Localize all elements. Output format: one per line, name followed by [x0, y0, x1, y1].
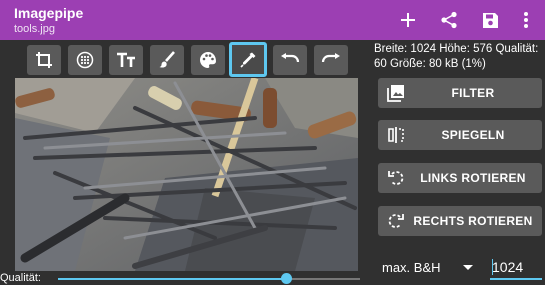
color-picker-icon — [240, 52, 256, 68]
filter-icon — [387, 85, 404, 102]
app-title: Imagepipe — [14, 5, 84, 21]
share-icon — [441, 11, 457, 29]
color-picker-button[interactable] — [229, 42, 267, 77]
tools-photo — [15, 78, 358, 271]
rotate-right-icon — [388, 214, 404, 228]
size-mode-select[interactable]: max. B&H — [382, 256, 478, 278]
quality-slider-track[interactable] — [286, 278, 360, 280]
blur-icon — [76, 51, 94, 69]
quality-label: Qualität: — [0, 272, 41, 284]
dropdown-arrow-icon — [463, 265, 473, 270]
add-button[interactable] — [396, 8, 420, 32]
filter-label: FILTER — [451, 86, 495, 100]
mirror-label: SPIEGELN — [441, 128, 505, 142]
size-input[interactable] — [490, 256, 542, 280]
share-button[interactable] — [437, 8, 461, 32]
image-info: Breite: 1024 Höhe: 576 Qualität: 60 Größ… — [374, 43, 539, 70]
redo-button[interactable] — [314, 45, 348, 75]
overflow-menu-button[interactable] — [514, 8, 538, 32]
text-icon — [117, 52, 135, 67]
brush-icon — [159, 51, 175, 68]
blur-button[interactable] — [68, 45, 102, 75]
file-name: tools.jpg — [14, 23, 55, 35]
crop-icon — [36, 52, 52, 68]
text-cursor — [492, 259, 493, 275]
text-button[interactable] — [109, 45, 143, 75]
undo-icon — [281, 53, 300, 63]
undo-button[interactable] — [273, 45, 307, 75]
size-mode-value: max. B&H — [382, 260, 441, 275]
image-preview[interactable] — [15, 78, 358, 271]
rotate-right-label: RECHTS ROTIEREN — [413, 214, 533, 228]
filter-button[interactable]: FILTER — [378, 78, 542, 108]
rotate-right-button[interactable]: RECHTS ROTIEREN — [378, 206, 542, 236]
rotate-left-icon — [388, 171, 404, 185]
flip-icon — [388, 127, 404, 143]
mirror-button[interactable]: SPIEGELN — [378, 120, 542, 150]
palette-icon — [200, 52, 216, 68]
rotate-left-label: LINKS ROTIEREN — [420, 171, 526, 185]
app-bar: Imagepipe tools.jpg — [0, 0, 545, 40]
plus-icon — [401, 13, 415, 27]
brush-button[interactable] — [150, 45, 184, 75]
crop-button[interactable] — [27, 45, 61, 75]
quality-slider-filled[interactable] — [58, 278, 286, 280]
save-button[interactable] — [478, 8, 502, 32]
quality-slider-thumb[interactable] — [281, 273, 292, 284]
rotate-left-button[interactable]: LINKS ROTIEREN — [378, 163, 542, 193]
more-vert-icon — [524, 12, 528, 28]
redo-icon — [321, 53, 340, 63]
palette-button[interactable] — [191, 45, 225, 75]
save-icon — [482, 12, 498, 28]
